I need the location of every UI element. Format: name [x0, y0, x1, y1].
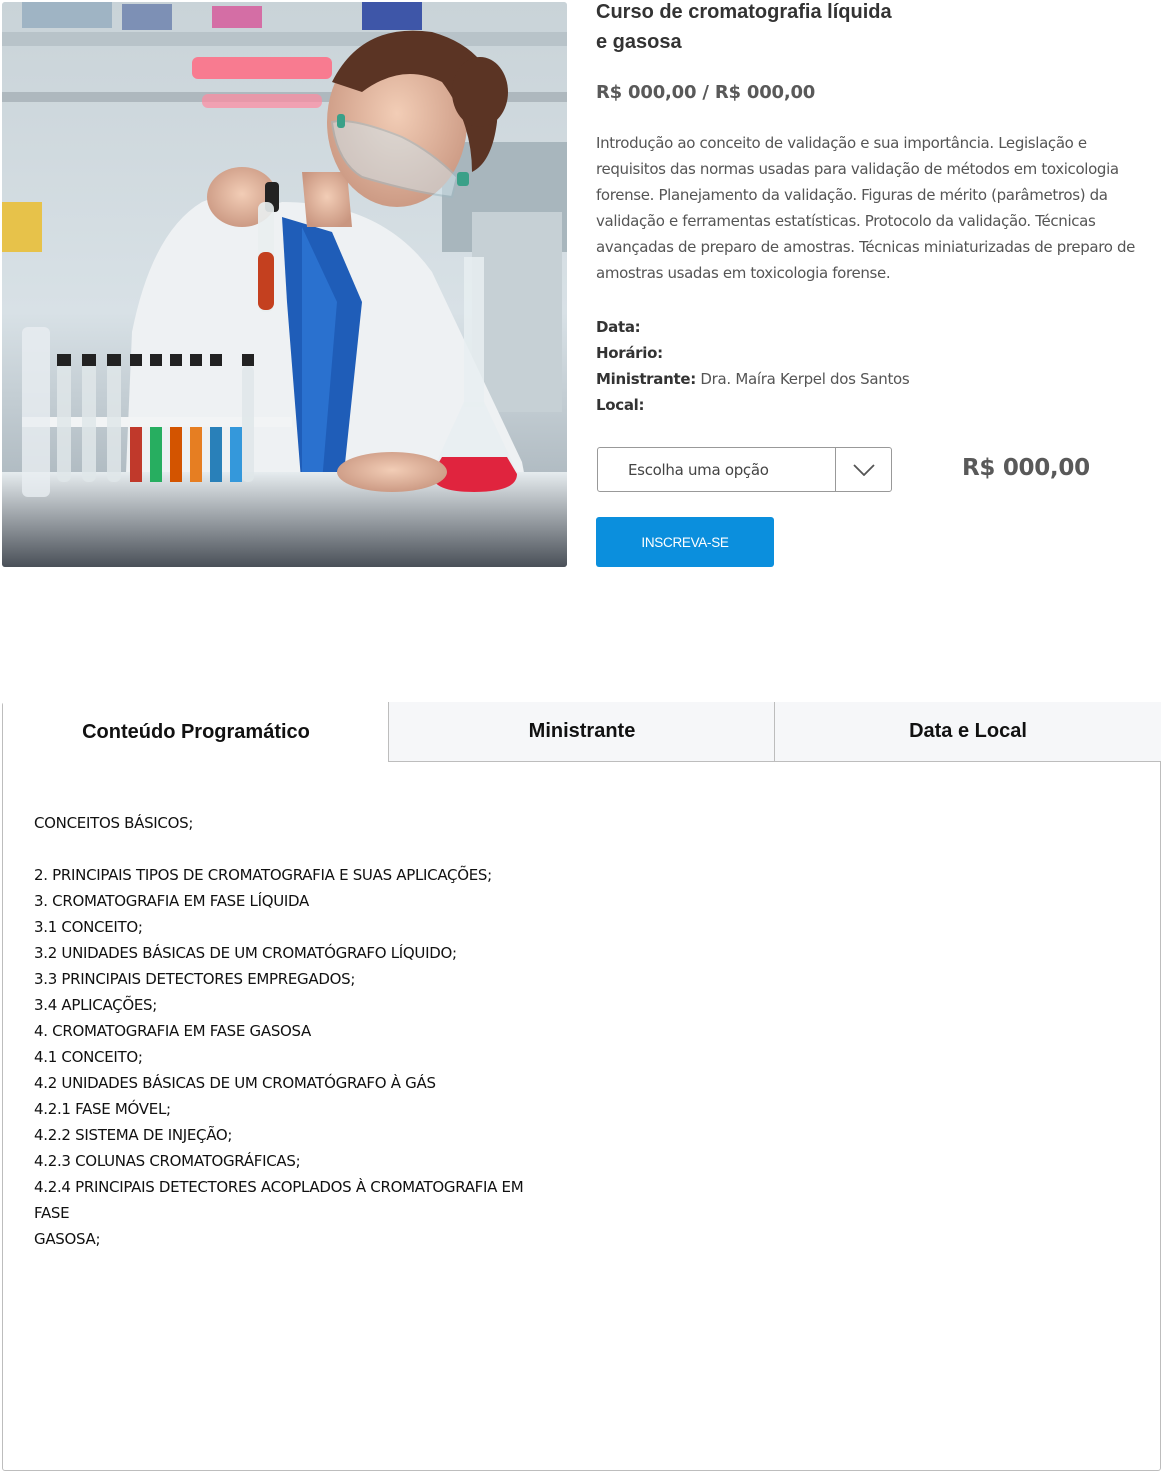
tabs-panel: Conteúdo Programático Ministrante Data e… — [2, 702, 1161, 1471]
product-title: Curso de cromatografia líquida e gasosa — [596, 0, 916, 57]
lab-scientist-photo — [2, 2, 567, 567]
content-line: 3.2 UNIDADES BÁSICAS DE UM CROMATÓGRAFO … — [34, 944, 457, 962]
meta-instructor-value: Dra. Maíra Kerpel dos Santos — [700, 370, 910, 388]
product-description: Introdução ao conceito de validação e su… — [596, 134, 1136, 282]
meta-time-label: Horário: — [596, 344, 663, 362]
content-line: 4. CROMATOGRAFIA EM FASE GASOSA — [34, 1022, 312, 1040]
product-title-line1: Curso de cromatografia líquida — [596, 1, 892, 23]
price-range: R$ 000,00 / R$ 000,00 — [596, 82, 816, 103]
tab-content: CONCEITOS BÁSICOS; 2. PRINCIPAIS TIPOS D… — [34, 810, 524, 1252]
meta-location-label: Local: — [596, 396, 645, 414]
variant-select-value: Escolha uma opção — [628, 460, 769, 479]
tab-conteudo-programatico[interactable]: Conteúdo Programático — [3, 702, 389, 762]
content-line: 4.2.3 COLUNAS CROMATOGRÁFICAS; — [34, 1152, 301, 1170]
tab-data-e-local[interactable]: Data e Local — [774, 702, 1161, 762]
content-line: FASE — [34, 1204, 70, 1222]
meta-date-label: Data: — [596, 318, 641, 336]
meta-time: Horário: — [596, 340, 909, 366]
meta-location: Local: — [596, 392, 909, 418]
content-line: 4.2.1 FASE MÓVEL; — [34, 1100, 171, 1118]
content-line: 4.2.4 PRINCIPAIS DETECTORES ACOPLADOS À … — [34, 1178, 524, 1196]
content-line: 3. CROMATOGRAFIA EM FASE LÍQUIDA — [34, 892, 309, 910]
content-line: 3.1 CONCEITO; — [34, 918, 143, 936]
content-line: 4.2 UNIDADES BÁSICAS DE UM CROMATÓGRAFO … — [34, 1074, 436, 1092]
variant-price: R$ 000,00 — [962, 455, 1090, 481]
meta-date: Data: — [596, 314, 909, 340]
tab-ministrante[interactable]: Ministrante — [388, 702, 775, 762]
product-title-line2: e gasosa — [596, 31, 682, 53]
content-line — [34, 836, 523, 862]
course-meta: Data: Horário: Ministrante: Dra. Maíra K… — [596, 314, 910, 418]
subscribe-button[interactable]: INSCREVA-SE — [596, 517, 774, 567]
content-line: 3.3 PRINCIPAIS DETECTORES EMPREGADOS; — [34, 970, 356, 988]
variant-select[interactable]: Escolha uma opção — [597, 447, 892, 492]
content-line: 3.4 APLICAÇÕES; — [34, 996, 158, 1014]
content-line: 2. PRINCIPAIS TIPOS DE CROMATOGRAFIA E S… — [34, 866, 492, 884]
content-line: 4.1 CONCEITO; — [34, 1048, 143, 1066]
product-image — [2, 2, 567, 567]
content-line: CONCEITOS BÁSICOS; — [34, 814, 194, 832]
meta-instructor-label: Ministrante: — [596, 370, 696, 388]
meta-instructor: Ministrante: Dra. Maíra Kerpel dos Santo… — [596, 366, 910, 392]
select-toggle[interactable] — [835, 448, 891, 491]
content-line: 4.2.2 SISTEMA DE INJEÇÃO; — [34, 1126, 233, 1144]
tab-bar: Conteúdo Programático Ministrante Data e… — [3, 702, 1161, 763]
chevron-down-icon — [852, 463, 875, 476]
content-line: GASOSA; — [34, 1230, 101, 1248]
